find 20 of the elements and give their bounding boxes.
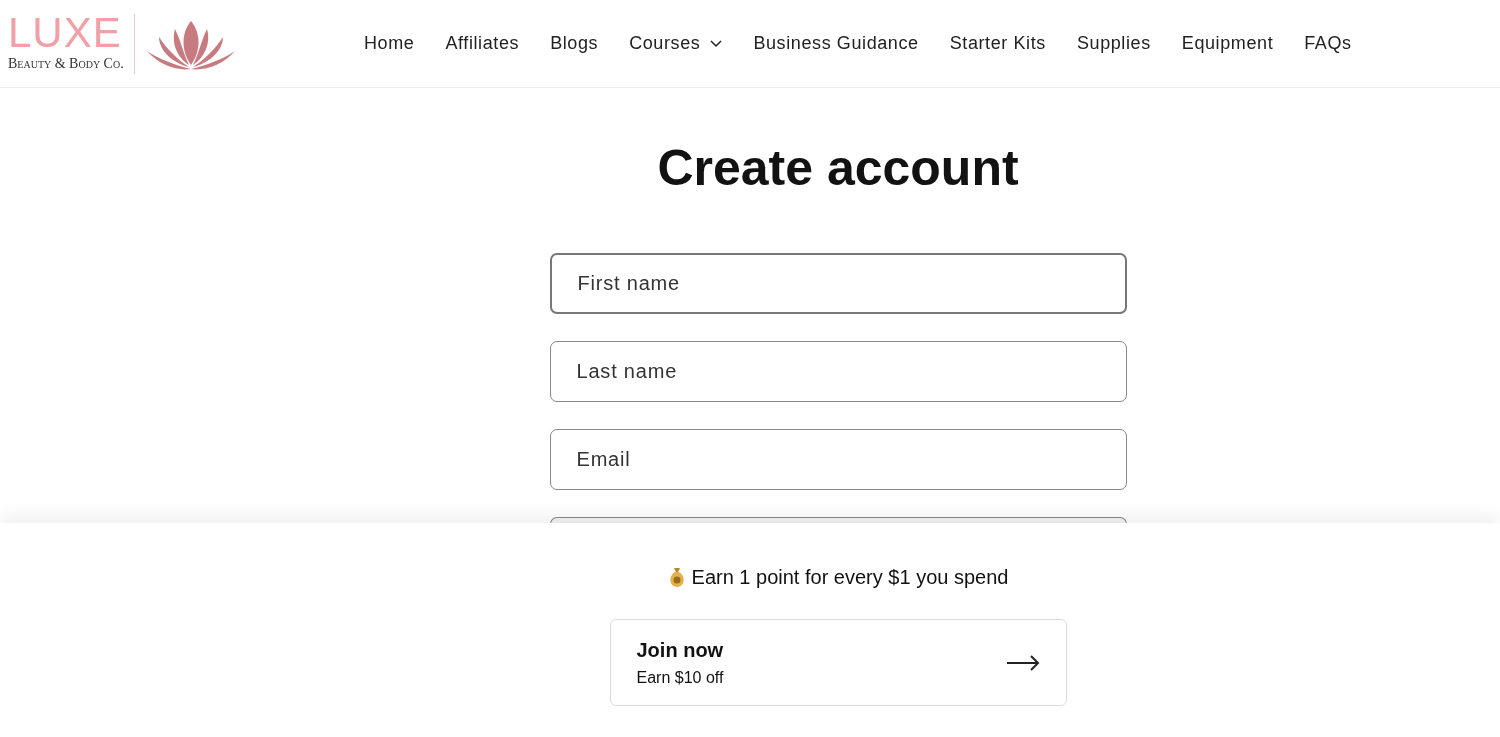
- nav-link[interactable]: Supplies: [1076, 30, 1151, 57]
- nav-link[interactable]: Blogs: [550, 30, 599, 57]
- nav-link[interactable]: Home: [364, 30, 415, 57]
- chevron-down-icon: [710, 39, 723, 48]
- input-field[interactable]: Email: [549, 429, 1127, 490]
- nav-link[interactable]: FAQs: [1304, 30, 1352, 57]
- nav-link[interactable]: Starter Kits: [949, 30, 1046, 57]
- logo-tagline: Beauty & Body Co.: [8, 55, 124, 73]
- nav-link[interactable]: Courses: [629, 30, 723, 57]
- nav-link[interactable]: Affiliates: [445, 30, 520, 57]
- logo-wordmark: LUXE: [8, 13, 123, 53]
- money-bag-icon: [667, 566, 686, 588]
- nav-link[interactable]: Equipment: [1181, 30, 1274, 57]
- join-now-button[interactable]: Join now Earn $10 off: [609, 619, 1067, 706]
- input-field[interactable]: First name: [549, 253, 1127, 314]
- arrow-right-icon: [1005, 654, 1040, 671]
- nav-link[interactable]: Business Guidance: [753, 30, 919, 57]
- rewards-message: Earn 1 point for every $1 you spend: [691, 565, 1009, 590]
- input-field[interactable]: Last name: [549, 341, 1127, 402]
- page-heading: Create account: [656, 139, 1019, 198]
